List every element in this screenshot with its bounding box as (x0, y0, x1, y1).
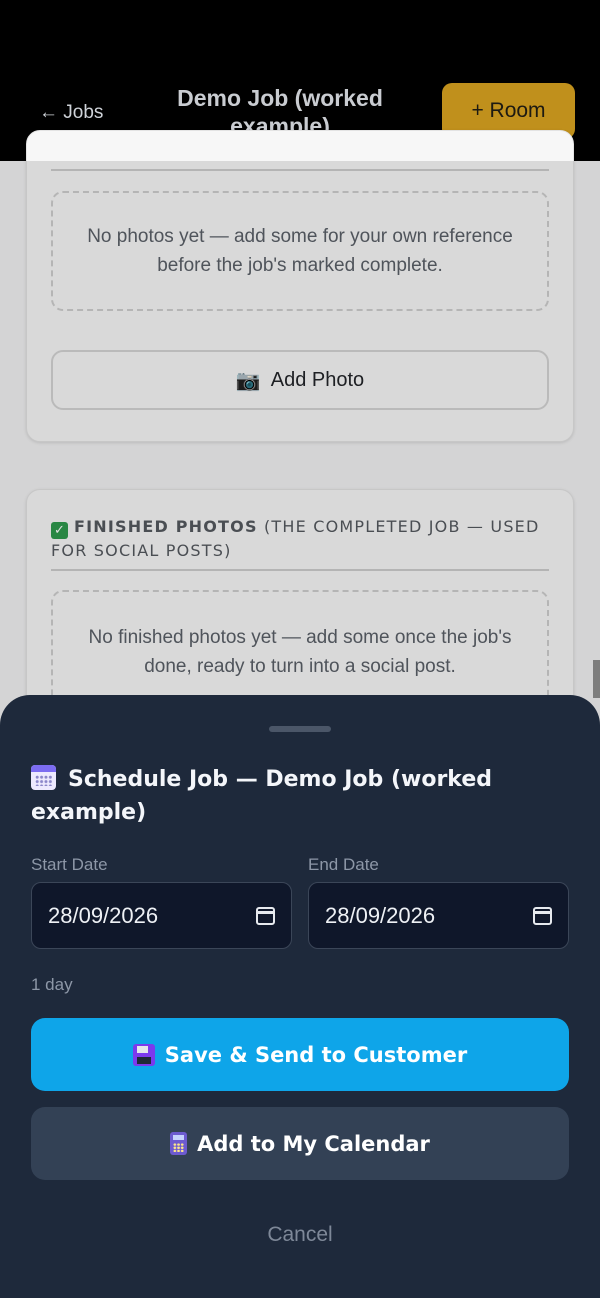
save-and-send-label: Save & Send to Customer (164, 1042, 468, 1067)
save-and-send-button[interactable]: Save & Send to Customer (31, 1018, 569, 1091)
scrollbar-thumb[interactable] (593, 660, 600, 698)
date-picker-icon[interactable] (533, 906, 552, 925)
duration-text: 1 day (31, 975, 73, 994)
add-to-calendar-label: Add to My Calendar (197, 1131, 430, 1156)
sheet-title-text: Schedule Job — Demo Job (worked example) (31, 767, 493, 825)
cancel-button[interactable]: Cancel (0, 1223, 600, 1247)
end-date-label: End Date (308, 855, 379, 874)
back-to-jobs-link[interactable]: ← Jobs (39, 102, 103, 124)
add-to-calendar-button[interactable]: Add to My Calendar (31, 1107, 569, 1180)
end-date-value: 28/09/2026 (325, 902, 436, 928)
start-date-value: 28/09/2026 (48, 902, 159, 928)
start-date-label: Start Date (31, 855, 108, 874)
date-picker-icon[interactable] (256, 906, 275, 925)
start-date-input[interactable]: 28/09/2026 (31, 882, 292, 949)
sheet-title: Schedule Job — Demo Job (worked example) (31, 763, 571, 829)
sheet-drag-handle[interactable] (269, 726, 331, 732)
floppy-disk-icon (132, 1043, 155, 1066)
schedule-job-sheet: Schedule Job — Demo Job (worked example)… (0, 695, 600, 1298)
abacus-icon (170, 1132, 188, 1155)
end-date-input[interactable]: 28/09/2026 (308, 882, 569, 949)
calendar-icon (31, 765, 56, 790)
